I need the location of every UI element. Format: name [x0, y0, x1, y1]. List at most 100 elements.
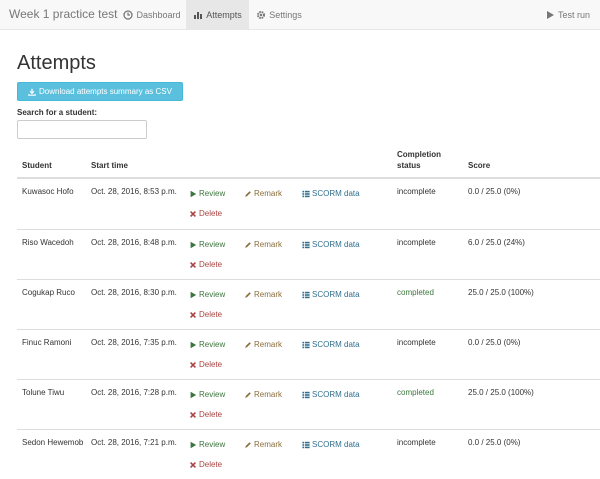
play-icon	[190, 441, 197, 448]
remark-label: Remark	[254, 189, 283, 198]
review-label: Review	[199, 290, 226, 299]
remark-button[interactable]: Remark	[244, 339, 282, 350]
search-label: Search for a student:	[17, 108, 98, 117]
header-completion-line1: Completion	[397, 150, 441, 159]
delete-button[interactable]: Delete	[189, 409, 222, 420]
remark-button[interactable]: Remark	[244, 439, 282, 450]
pencil-icon	[245, 241, 251, 248]
navbar: Week 1 practice test Dashboard Attempts …	[0, 0, 600, 30]
table-row: Sedon Hewemob Oct. 28, 2016, 7:21 p.m. R…	[17, 429, 600, 479]
tab-attempts[interactable]: Attempts	[186, 0, 249, 29]
delete-label: Delete	[199, 360, 223, 369]
tab-dashboard[interactable]: Dashboard	[118, 0, 186, 29]
remark-button[interactable]: Remark	[244, 239, 282, 250]
review-button[interactable]: Review	[189, 188, 225, 199]
scorm-data-label: SCORM data	[312, 390, 360, 399]
student-name: Tolune Tiwu	[22, 388, 65, 397]
download-csv-button[interactable]: Download attempts summary as CSV	[17, 82, 183, 101]
test-run-label: Test run	[557, 9, 590, 20]
completion-status: incomplete	[397, 187, 436, 196]
review-label: Review	[199, 390, 226, 399]
close-icon	[190, 311, 196, 318]
scorm-data-label: SCORM data	[312, 340, 360, 349]
review-button[interactable]: Review	[189, 339, 225, 350]
remark-button[interactable]: Remark	[244, 289, 282, 300]
remark-label: Remark	[254, 240, 283, 249]
remark-button[interactable]: Remark	[244, 389, 282, 400]
scorm-data-button[interactable]: SCORM data	[302, 239, 360, 250]
list-icon	[302, 391, 310, 398]
play-icon	[190, 291, 197, 298]
remark-button[interactable]: Remark	[244, 188, 282, 199]
table-header: Student Start time Completion status Sco…	[17, 145, 600, 179]
score: 0.0 / 25.0 (0%)	[468, 187, 521, 196]
play-icon	[546, 10, 554, 19]
student-name: Riso Wacedoh	[22, 238, 74, 247]
delete-button[interactable]: Delete	[189, 309, 222, 320]
tab-settings[interactable]: Settings	[249, 0, 309, 29]
review-button[interactable]: Review	[189, 289, 225, 300]
tab-settings-label: Settings	[269, 9, 302, 20]
remark-label: Remark	[254, 390, 283, 399]
scorm-data-button[interactable]: SCORM data	[302, 289, 360, 300]
scorm-data-label: SCORM data	[312, 440, 360, 449]
delete-button[interactable]: Delete	[189, 208, 222, 219]
score: 25.0 / 25.0 (100%)	[468, 288, 534, 297]
scorm-data-label: SCORM data	[312, 240, 360, 249]
start-time: Oct. 28, 2016, 7:35 p.m.	[91, 338, 177, 347]
delete-button[interactable]: Delete	[189, 459, 222, 470]
score: 0.0 / 25.0 (0%)	[468, 338, 521, 347]
completion-status: incomplete	[397, 238, 436, 247]
student-name: Cogukap Ruco	[22, 288, 75, 297]
review-button[interactable]: Review	[189, 439, 225, 450]
start-time: Oct. 28, 2016, 8:53 p.m.	[91, 187, 177, 196]
scorm-data-button[interactable]: SCORM data	[302, 188, 360, 199]
header-student: Student	[22, 161, 52, 170]
score: 0.0 / 25.0 (0%)	[468, 438, 521, 447]
remark-label: Remark	[254, 290, 283, 299]
review-label: Review	[199, 440, 226, 449]
tab-attempts-label: Attempts	[206, 9, 242, 20]
brand-title[interactable]: Week 1 practice test	[9, 7, 118, 21]
score: 25.0 / 25.0 (100%)	[468, 388, 534, 397]
delete-label: Delete	[199, 209, 223, 218]
scorm-data-button[interactable]: SCORM data	[302, 439, 360, 450]
list-icon	[302, 241, 310, 248]
table-row: Kuwasoc Hofo Oct. 28, 2016, 8:53 p.m. Re…	[17, 179, 600, 229]
delete-button[interactable]: Delete	[189, 359, 222, 370]
scorm-data-button[interactable]: SCORM data	[302, 339, 360, 350]
start-time: Oct. 28, 2016, 8:30 p.m.	[91, 288, 177, 297]
delete-label: Delete	[199, 410, 223, 419]
test-run-link[interactable]: Test run	[545, 0, 590, 29]
scorm-data-button[interactable]: SCORM data	[302, 389, 360, 400]
close-icon	[190, 261, 196, 268]
student-name: Kuwasoc Hofo	[22, 187, 74, 196]
completion-status: completed	[397, 388, 434, 397]
student-name: Finuc Ramoni	[22, 338, 72, 347]
scorm-data-label: SCORM data	[312, 189, 360, 198]
table-row: Finuc Ramoni Oct. 28, 2016, 7:35 p.m. Re…	[17, 329, 600, 379]
review-label: Review	[199, 189, 226, 198]
delete-button[interactable]: Delete	[189, 259, 222, 270]
review-button[interactable]: Review	[189, 239, 225, 250]
list-icon	[302, 441, 310, 448]
student-name: Sedon Hewemob	[22, 438, 84, 447]
delete-label: Delete	[199, 310, 223, 319]
scorm-data-label: SCORM data	[312, 290, 360, 299]
delete-label: Delete	[199, 460, 223, 469]
tab-dashboard-label: Dashboard	[136, 9, 181, 20]
remark-label: Remark	[254, 440, 283, 449]
download-csv-label: Download attempts summary as CSV	[39, 87, 172, 96]
start-time: Oct. 28, 2016, 8:48 p.m.	[91, 238, 177, 247]
student-search-input[interactable]	[17, 120, 147, 139]
completion-status: incomplete	[397, 338, 436, 347]
completion-status: completed	[397, 288, 434, 297]
list-icon	[302, 291, 310, 298]
review-button[interactable]: Review	[189, 389, 225, 400]
pencil-icon	[245, 391, 251, 398]
play-icon	[190, 241, 197, 248]
score: 6.0 / 25.0 (24%)	[468, 238, 525, 247]
list-icon	[302, 190, 310, 197]
gear-icon	[257, 10, 266, 19]
start-time: Oct. 28, 2016, 7:21 p.m.	[91, 438, 177, 447]
